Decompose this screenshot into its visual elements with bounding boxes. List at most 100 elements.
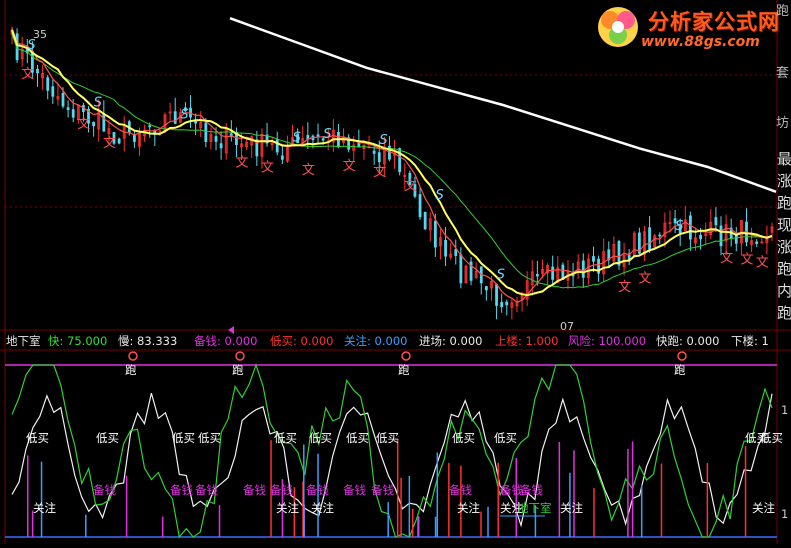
price-candle — [495, 284, 498, 306]
run-alert-icon — [128, 351, 138, 361]
price-candle — [280, 155, 284, 160]
price-candle — [36, 68, 39, 74]
buy-marker: 文 — [236, 155, 249, 170]
price-candle — [535, 274, 539, 277]
run-label: 跑 — [674, 363, 686, 377]
ma-yellow-line — [11, 29, 773, 297]
right-label: 现 — [777, 216, 791, 234]
buy-marker: 文 — [720, 251, 733, 266]
low-buy-label: 低买 — [96, 431, 119, 445]
site-logo-icon — [598, 7, 638, 47]
right-label: 跑 — [777, 260, 791, 278]
indicator-item: 备钱: 0.000 — [194, 334, 258, 348]
price-candle — [148, 125, 152, 128]
low-buy-label: 低买 — [309, 431, 332, 445]
price-candle — [571, 274, 575, 277]
low-buy-label: 低买 — [198, 431, 221, 445]
prepare-money-label: 备钱 — [270, 483, 293, 497]
low-buy-label: 低买 — [494, 431, 517, 445]
buy-marker: 文 — [103, 136, 116, 151]
edge-glyph: 跑 — [775, 4, 789, 19]
price-candle — [714, 217, 718, 226]
edge-glyph: 套 — [775, 66, 789, 81]
low-buy-label: 低买 — [376, 431, 399, 445]
sell-marker: S — [293, 130, 301, 145]
indicator-item: 下楼: 1 — [731, 334, 769, 348]
price-candle — [418, 194, 422, 218]
indicator-name: 地下室 — [6, 334, 41, 348]
price-candle — [592, 256, 595, 262]
price-candle — [377, 152, 381, 163]
ma-green-line — [11, 33, 773, 289]
buy-marker: 文 — [756, 256, 769, 271]
right-label: 跑 — [777, 304, 791, 322]
chart-canvas[interactable]: 文文文文文文文文文文文文文文SSSS S SSSS3507 跑跑跑跑低买 低买 低买 低买… — [0, 0, 791, 544]
chart-stage: 文文文文文文文文文文文文文文 S S S S S S S S S 35 07 跑跑跑跑低买 低买 低买 低买… — [0, 0, 791, 544]
price-candle — [66, 107, 70, 110]
right-axis-glyph: 1 — [781, 403, 788, 417]
indicator-item: 上楼: 1.000 — [495, 334, 559, 348]
prepare-money-label: 备钱 — [93, 483, 116, 497]
indicator-item: 快: 75.000 — [48, 334, 108, 348]
buy-marker: 文 — [404, 179, 417, 194]
low-buy-label: 低买 — [172, 431, 195, 445]
price-candle — [117, 138, 121, 144]
price-candle — [734, 235, 738, 244]
watch-label: 关注 — [311, 501, 334, 515]
price-candle — [719, 225, 723, 247]
price-candle — [500, 302, 504, 308]
right-label: 跑 — [777, 194, 791, 212]
low-buy-label: 低买 — [346, 431, 369, 445]
indicator-item: 快跑: 0.000 — [656, 334, 720, 348]
watch-label: 关注 — [276, 501, 299, 515]
price-candle — [46, 77, 50, 91]
watch-label: 关注 — [33, 501, 56, 515]
price-candle — [214, 136, 218, 142]
prepare-money-label: 备钱 — [195, 483, 218, 497]
watermark-url[interactable]: www.88gs.com — [641, 34, 760, 50]
prepare-money-label: 备钱 — [306, 483, 329, 497]
sell-marker: S — [435, 188, 443, 203]
price-candle — [372, 150, 376, 154]
price-candle — [648, 227, 651, 250]
run-label: 跑 — [398, 363, 410, 377]
edge-glyph: 坊 — [775, 116, 789, 131]
price-candle — [505, 301, 509, 306]
prepare-money-label: 备钱 — [520, 483, 543, 497]
price-candle — [204, 122, 208, 142]
sell-marker: S — [379, 133, 387, 148]
price-high-label: 35 — [33, 28, 47, 41]
price-candle — [551, 266, 555, 280]
run-alert-icon — [401, 351, 411, 361]
price-candle — [444, 240, 447, 257]
price-candle — [433, 220, 437, 248]
price-candle — [454, 249, 458, 256]
prepare-money-label: 备钱 — [243, 483, 266, 497]
buy-marker: 文 — [373, 165, 386, 180]
buy-marker: 文 — [261, 160, 274, 175]
indicator-item: 风险: 100.000 — [568, 334, 647, 348]
price-candle — [755, 241, 759, 244]
buy-marker: 文 — [638, 272, 651, 287]
sell-marker: S — [323, 127, 331, 142]
buy-marker: 文 — [343, 159, 356, 174]
price-candle — [275, 139, 279, 153]
price-candle — [92, 121, 96, 127]
low-buy-label: 低买 — [26, 431, 49, 445]
price-candle — [688, 215, 692, 240]
right-label: 涨 — [777, 172, 791, 190]
sell-marker: S — [497, 267, 505, 282]
price-candle — [61, 93, 65, 107]
buy-marker: 文 — [21, 67, 34, 82]
prepare-money-label: 备钱 — [170, 483, 193, 497]
buy-marker: 文 — [618, 280, 631, 295]
watermark-site-name: 分析家公式网 — [648, 10, 780, 34]
prepare-money-label: 备钱 — [343, 483, 366, 497]
price-candle — [51, 86, 55, 97]
right-axis-glyph: 1 — [781, 507, 788, 521]
price-candle — [102, 113, 106, 132]
right-side-labels: 最 涨 跑 现 涨 跑 内 跑 — [777, 148, 791, 324]
right-label: 内 — [777, 282, 791, 300]
basement-label: 地下室 — [517, 501, 552, 515]
prepare-money-label: 备钱 — [371, 483, 394, 497]
